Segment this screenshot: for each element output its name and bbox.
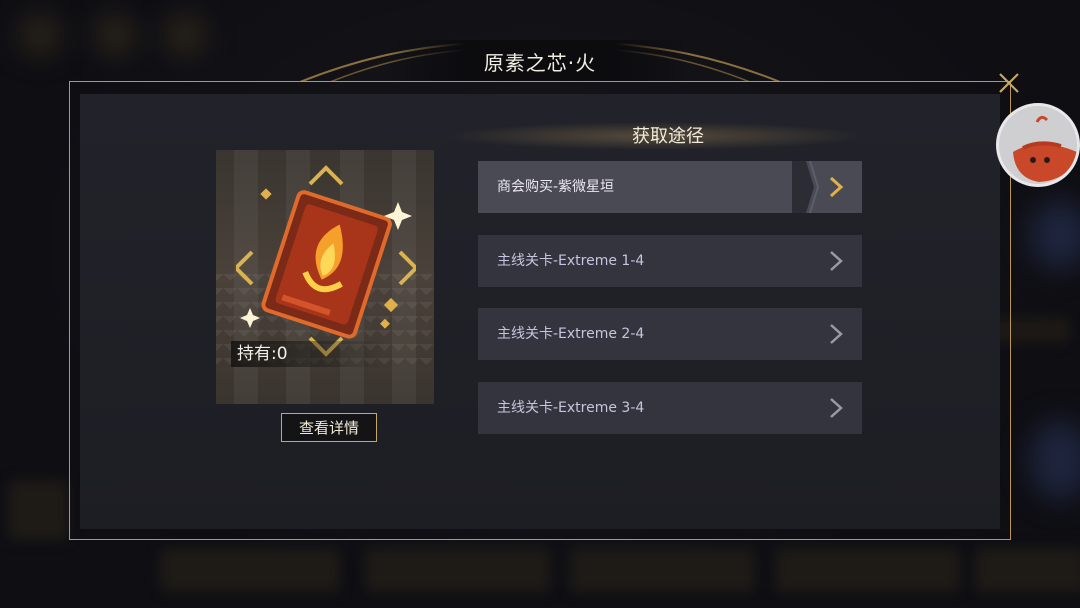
chevron-right-icon xyxy=(830,251,843,271)
chevron-right-icon xyxy=(830,398,843,418)
source-label: 主线关卡-Extreme 2-4 xyxy=(497,326,645,342)
window-title: 原素之芯·火 xyxy=(390,40,690,82)
active-row-decoration xyxy=(792,161,820,213)
owned-count: 持有:0 xyxy=(231,341,385,367)
side-avatar[interactable] xyxy=(996,103,1080,187)
source-row[interactable]: 主线关卡-Extreme 3-4 xyxy=(478,382,862,434)
sources-title: 获取途径 xyxy=(632,126,704,147)
source-label: 主线关卡-Extreme 1-4 xyxy=(497,253,645,269)
view-details-button[interactable]: 查看详情 xyxy=(281,413,377,442)
close-button[interactable] xyxy=(992,66,1026,100)
source-row[interactable]: 商会购买-紫微星垣 xyxy=(478,161,862,213)
fire-core-card-icon xyxy=(236,165,416,357)
source-label: 商会购买-紫微星垣 xyxy=(497,179,615,195)
source-row[interactable]: 主线关卡-Extreme 2-4 xyxy=(478,308,862,360)
close-icon xyxy=(999,73,1019,93)
chevron-right-icon xyxy=(830,324,843,344)
chevron-right-icon xyxy=(829,176,844,198)
source-label: 主线关卡-Extreme 3-4 xyxy=(497,400,645,416)
source-row[interactable]: 主线关卡-Extreme 1-4 xyxy=(478,235,862,287)
